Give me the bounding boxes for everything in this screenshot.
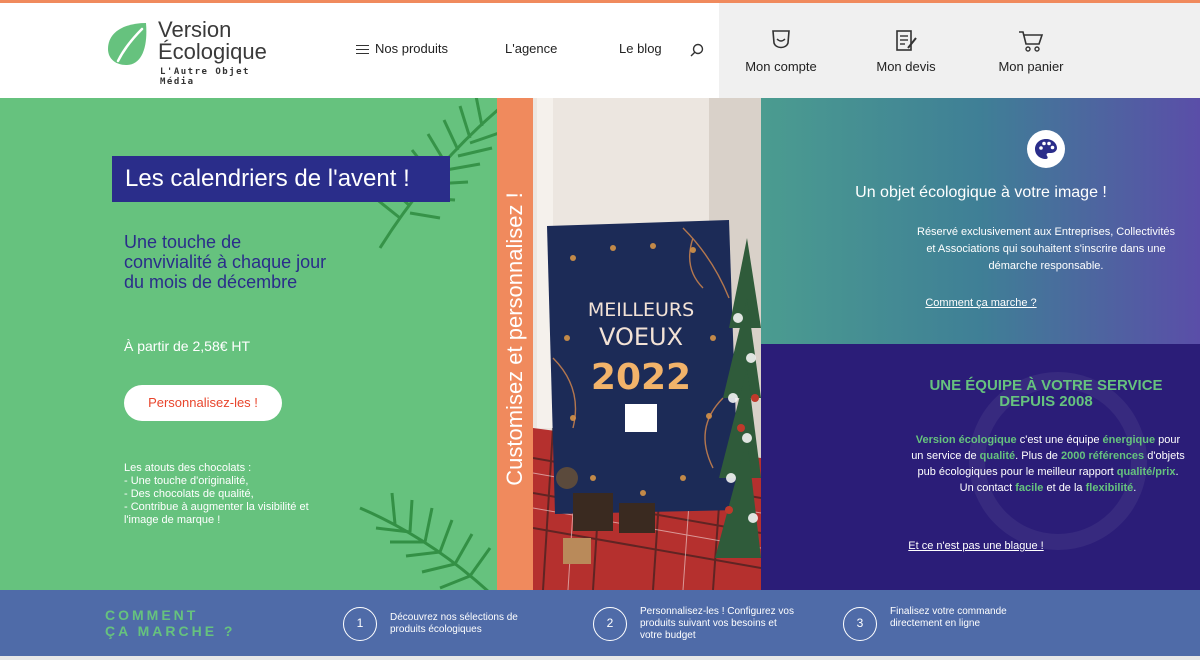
cart-icon (1019, 31, 1044, 52)
page-bottom-divider (0, 656, 1200, 660)
my-cart-button[interactable]: Mon panier (971, 29, 1091, 74)
account-zone: Mon compte Mon devis Mon panier (719, 3, 1200, 98)
team-desc-text: . Plus de (1015, 450, 1061, 462)
team-desc-strong: 2000 références (1060, 450, 1145, 462)
benefits-title: Les atouts des chocolats : (124, 462, 252, 474)
palette-icon (1035, 139, 1057, 159)
menu-icon (356, 42, 369, 57)
eco-object-title: Un objet écologique à votre image ! (855, 184, 1107, 201)
steps-label: COMMENT ÇA MARCHE ? (105, 607, 265, 639)
benefit-item: - Une touche d'originalité, (124, 475, 249, 487)
calendar-text-line1: MEILLEURS (588, 299, 694, 321)
benefit-item: - Des chocolats de qualité, (124, 488, 254, 500)
team-desc-strong: Version écologique (915, 434, 1017, 446)
step-number: 2 (593, 607, 627, 641)
step-text: Personnalisez-les ! Configurez vos produ… (640, 606, 794, 641)
my-cart-label: Mon panier (998, 59, 1064, 74)
personalize-button[interactable]: Personnalisez-les ! (124, 385, 282, 421)
step-number: 3 (843, 607, 877, 641)
site-header: Version Écologique L'Autre Objet Média N… (0, 3, 1200, 98)
team-desc-strong: facile (1015, 482, 1044, 494)
step-text: Finalisez votre commande directement en … (890, 606, 1007, 629)
team-desc-text: et de la (1043, 482, 1086, 494)
hero-subtitle: Une touche de convivialité à chaque jour… (124, 232, 327, 292)
brand-line-1: Version (158, 17, 232, 42)
advent-calendar-photo: MEILLEURS VOEUX 2022 (533, 98, 761, 590)
brand-tagline: L'Autre Objet Média (160, 67, 250, 87)
how-it-works-link[interactable]: Comment ça marche ? (696, 297, 1200, 309)
brand-name: Version Écologique (158, 19, 267, 63)
user-icon (772, 30, 790, 49)
team-desc-strong: flexibilité (1085, 482, 1134, 494)
leaf-logo-icon (108, 23, 147, 65)
vertical-banner-text: Customisez et personnalisez ! (502, 192, 527, 486)
team-panel: UNE ÉQUIPE À VOTRE SERVICE DEPUIS 2008 V… (761, 344, 1200, 590)
nav-products[interactable]: Nos produits (356, 41, 448, 57)
palm-leaf-bottom-decoration (359, 492, 492, 590)
team-desc-text: c'est une équipe (1016, 434, 1103, 446)
nav-agency[interactable]: L'agence (505, 41, 557, 56)
team-desc-text: . (1133, 482, 1137, 494)
steps-label-line1: COMMENT (105, 607, 199, 623)
eco-object-panel: Un objet écologique à votre image ! Rése… (761, 98, 1200, 344)
benefits-list: Les atouts des chocolats : - Une touche … (124, 462, 334, 527)
steps-label-line2: ÇA MARCHE ? (105, 623, 236, 639)
nav-blog[interactable]: Le blog (619, 41, 662, 56)
my-quote-label: Mon devis (876, 59, 936, 74)
brand-line-2: Écologique (158, 39, 267, 64)
team-desc-strong: qualité/prix (1116, 466, 1176, 478)
team-heading: UNE ÉQUIPE À VOTRE SERVICE DEPUIS 2008 (929, 377, 1163, 410)
vertical-banner-strip: Customisez et personnalisez ! (497, 98, 533, 590)
eco-object-description: Réservé exclusivement aux Entreprises, C… (917, 226, 1175, 272)
not-a-joke-link[interactable]: Et ce n'est pas une blague ! (761, 540, 1200, 552)
team-description: Version écologique c'est une équipe éner… (909, 432, 1187, 496)
calendar-text-line3: 2022 (591, 357, 691, 398)
team-desc-strong: qualité (979, 450, 1016, 462)
step-text: Découvrez nos sélections de produits éco… (390, 612, 518, 635)
calendar-text-line2: VOEUX (599, 323, 683, 351)
benefit-item: - Contribue à augmenter la visibilité et… (124, 501, 309, 526)
advent-calendar-image: MEILLEURS VOEUX 2022 (533, 98, 761, 590)
step-number: 1 (343, 607, 377, 641)
hero-banner: Les calendriers de l'avent ! Une touche … (0, 98, 497, 590)
my-account-button[interactable]: Mon compte (721, 27, 841, 74)
hero-price: À partir de 2,58€ HT (124, 338, 251, 354)
my-account-label: Mon compte (745, 59, 817, 74)
my-quote-button[interactable]: Mon devis (846, 29, 966, 74)
nav-products-label: Nos produits (375, 41, 448, 56)
how-it-works-steps: COMMENT ÇA MARCHE ? 1 Découvrez nos séle… (0, 590, 1200, 656)
quote-icon (896, 30, 917, 51)
brand-logo[interactable]: Version Écologique L'Autre Objet Média (106, 19, 286, 87)
hero-title: Les calendriers de l'avent ! (112, 156, 450, 202)
team-desc-strong: énergique (1102, 434, 1156, 446)
search-icon[interactable] (690, 43, 704, 57)
palette-icon-badge (1027, 130, 1065, 168)
